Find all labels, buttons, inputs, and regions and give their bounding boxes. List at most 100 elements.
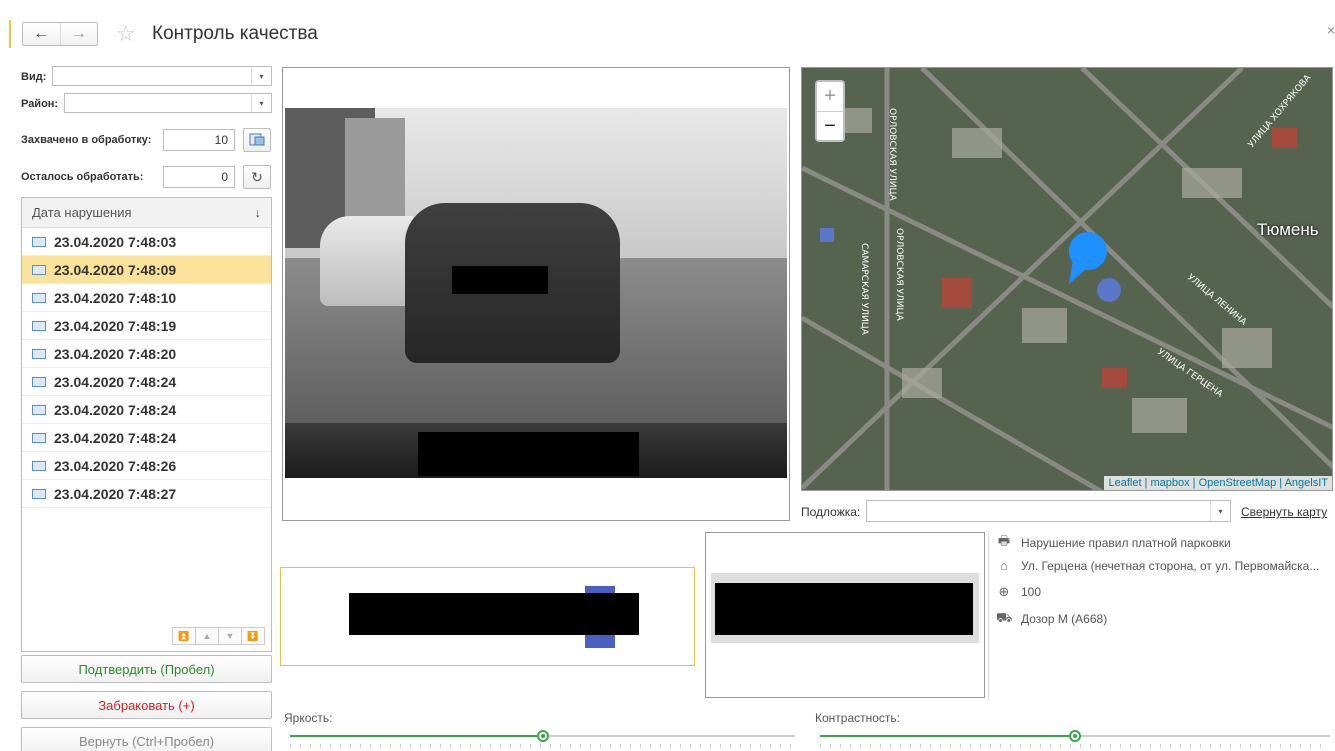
image-icon (32, 264, 46, 275)
back-button[interactable]: ← (23, 23, 60, 45)
return-button[interactable]: Вернуть (Ctrl+Пробел) (21, 727, 272, 751)
panel-divider (9, 20, 11, 48)
info-divider (988, 530, 989, 700)
list-item-date: 23.04.2020 7:48:20 (54, 345, 177, 362)
confirm-label: Подтвердить (Пробел) (78, 661, 215, 677)
contrast-knob[interactable] (1069, 730, 1081, 742)
image-icon (32, 292, 46, 303)
list-item[interactable]: 23.04.2020 7:48:24 (22, 396, 271, 424)
remaining-input[interactable]: 0 (163, 166, 235, 188)
brightness-ticks (290, 744, 795, 748)
plate-crop-gray (705, 532, 985, 698)
list-item-date: 23.04.2020 7:48:19 (54, 317, 177, 334)
list-header[interactable]: Дата нарушения ↓ (22, 198, 271, 228)
close-icon[interactable]: × (1327, 22, 1335, 38)
image-icon (32, 460, 46, 471)
forward-button[interactable]: → (59, 23, 98, 45)
vid-select[interactable]: ▾ (52, 66, 272, 86)
confirm-button[interactable]: Подтвердить (Пробел) (21, 655, 272, 683)
map-attribution[interactable]: Leaflet | mapbox | OpenStreetMap | Angel… (1104, 476, 1332, 490)
violation-text: Нарушение правил платной парковки (1021, 536, 1231, 550)
list-item[interactable]: 23.04.2020 7:48:20 (22, 340, 271, 368)
home-icon: ⌂ (1000, 558, 1008, 573)
contrast-label: Контрастность: (815, 711, 901, 725)
redaction-box (418, 432, 639, 476)
redaction-box (349, 593, 639, 635)
refresh-icon: ↻ (251, 168, 263, 185)
image-icon (32, 376, 46, 387)
contrast-ticks (820, 744, 1330, 748)
capture-button[interactable] (243, 128, 271, 152)
image-icon (32, 320, 46, 331)
refresh-button[interactable]: ↻ (243, 165, 271, 189)
prev-page-icon[interactable]: ▲ (195, 627, 219, 645)
redaction-box (715, 583, 973, 635)
nav-group: ← → (22, 22, 98, 46)
image-icon (32, 236, 46, 247)
redaction-box (452, 266, 548, 294)
list-item[interactable]: 23.04.2020 7:48:10 (22, 284, 271, 312)
reject-button[interactable]: Забраковать (+) (21, 691, 272, 719)
reject-label: Забраковать (+) (98, 697, 195, 713)
violation-photo-frame (282, 67, 790, 521)
device-text: Дозор М (А668) (1021, 612, 1108, 626)
remaining-label: Осталось обработать: (21, 171, 144, 183)
layer-select[interactable]: ▾ (866, 500, 1231, 522)
contrast-fill (820, 735, 1075, 737)
list-item[interactable]: 23.04.2020 7:48:19 (22, 312, 271, 340)
list-item[interactable]: 23.04.2020 7:48:24 (22, 424, 271, 452)
list-item-date: 23.04.2020 7:48:24 (54, 373, 177, 390)
list-item[interactable]: 23.04.2020 7:48:27 (22, 480, 271, 508)
favorite-star-icon[interactable]: ☆ (116, 22, 136, 46)
truck-icon: ⛟ (996, 610, 1013, 625)
list-rows: 23.04.2020 7:48:03 23.04.2020 7:48:09 23.0… (22, 228, 271, 508)
list-item-date: 23.04.2020 7:48:24 (54, 429, 177, 446)
brightness-label: Яркость: (284, 711, 333, 725)
list-item-date: 23.04.2020 7:48:26 (54, 457, 177, 474)
map-city-label: Тюмень (1257, 220, 1319, 239)
list-item[interactable]: 23.04.2020 7:48:03 (22, 228, 271, 256)
return-label: Вернуть (Ctrl+Пробел) (78, 733, 215, 749)
last-page-icon[interactable]: ⏬ (241, 627, 265, 645)
raion-label: Район: (21, 98, 59, 110)
document-icon (249, 133, 265, 146)
first-page-icon[interactable]: ⏫ (172, 627, 196, 645)
map-pin-icon[interactable] (1067, 230, 1109, 286)
image-icon (32, 488, 46, 499)
street-label: ОРЛОВСКАЯ УЛИЦА (894, 228, 904, 321)
info-address: ⌂ Ул. Герцена (нечетная сторона, от ул. … (996, 558, 1319, 573)
speed-text: 100 (1021, 585, 1042, 599)
list-item[interactable]: 23.04.2020 7:48:09 (22, 256, 271, 284)
collapse-map-link[interactable]: Свернуть карту (1241, 505, 1327, 519)
image-icon (32, 404, 46, 415)
brightness-knob[interactable] (537, 730, 549, 742)
globe-icon: ⊕ (998, 584, 1010, 599)
violation-photo[interactable] (285, 108, 787, 478)
street-label: САМАРСКАЯ УЛИЦА (859, 243, 869, 336)
chevron-down-icon[interactable]: ▾ (251, 94, 271, 112)
sort-down-icon[interactable]: ↓ (255, 205, 262, 220)
next-page-icon[interactable]: ▼ (218, 627, 242, 645)
list-item-date: 23.04.2020 7:48:27 (54, 485, 177, 502)
chevron-down-icon[interactable]: ▾ (1210, 501, 1230, 521)
zoom-in-button[interactable]: + (817, 82, 843, 111)
street-label: ОРЛОВСКАЯ УЛИЦА (887, 108, 897, 201)
map[interactable]: ОРЛОВСКАЯ УЛИЦА ОРЛОВСКАЯ УЛИЦА САМАРСКА… (801, 67, 1333, 491)
list-item-date: 23.04.2020 7:48:24 (54, 401, 177, 418)
vid-label: Вид: (21, 71, 47, 83)
address-text: Ул. Герцена (нечетная сторона, от ул. Пе… (1021, 558, 1320, 573)
captured-input[interactable]: 10 (163, 129, 235, 151)
printer-icon: 🖶 (997, 533, 1011, 548)
list-item[interactable]: 23.04.2020 7:48:26 (22, 452, 271, 480)
image-icon (32, 348, 46, 359)
raion-select[interactable]: ▾ (64, 93, 272, 113)
zoom-out-button[interactable]: − (817, 111, 843, 140)
layer-label: Подложка: (801, 505, 861, 519)
image-icon (32, 432, 46, 443)
list-item[interactable]: 23.04.2020 7:48:24 (22, 368, 271, 396)
info-violation: 🖶 Нарушение правил платной парковки (996, 532, 1231, 554)
list-item-date: 23.04.2020 7:48:10 (54, 289, 177, 306)
header: ← → ☆ Контроль качества × (0, 0, 1335, 62)
chevron-down-icon[interactable]: ▾ (251, 67, 271, 85)
captured-label: Захвачено в обработку: (21, 134, 152, 146)
